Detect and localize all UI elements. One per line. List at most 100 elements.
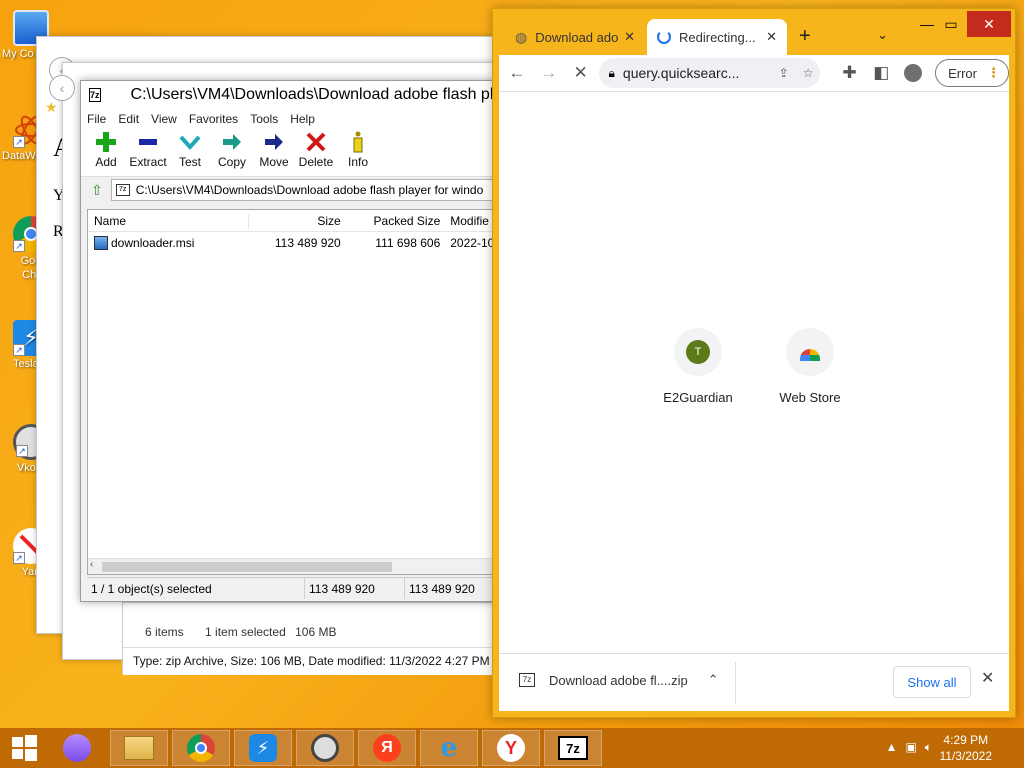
list-header: Name Size Packed Size Modifie bbox=[88, 210, 495, 232]
status-packed: 113 489 920 bbox=[409, 581, 475, 596]
address-path: C:\Users\VM4\Downloads\Download adobe fl… bbox=[135, 183, 484, 197]
sevenzip-file-list[interactable]: Name Size Packed Size Modifie downloader… bbox=[87, 209, 495, 575]
taskbar-vkont[interactable] bbox=[296, 730, 354, 766]
network-icon[interactable]: ▣ bbox=[905, 740, 916, 755]
share-icon[interactable]: ⇪ bbox=[779, 66, 789, 80]
close-tab-icon[interactable]: ✕ bbox=[624, 29, 635, 45]
tab-redirecting[interactable]: Redirecting... ✕ bbox=[647, 19, 787, 55]
taskbar-internet-explorer[interactable]: e bbox=[420, 730, 478, 766]
menu-view[interactable]: View bbox=[151, 112, 177, 126]
url-text: query.quicksearc... bbox=[622, 65, 740, 81]
sevenzip-address-field[interactable]: 7z C:\Users\VM4\Downloads\Download adobe… bbox=[110, 179, 495, 201]
tab-title: Redirecting... bbox=[679, 29, 756, 45]
plus-icon bbox=[93, 129, 119, 155]
show-all-button[interactable]: Show all bbox=[893, 666, 971, 698]
x-icon bbox=[303, 129, 329, 155]
menu-file[interactable]: File bbox=[87, 112, 106, 126]
chrome-window[interactable]: ◍ Download ado ✕ Redirecting... ✕ + ⌄ — … bbox=[492, 8, 1016, 718]
taskbar-file-explorer[interactable] bbox=[110, 730, 168, 766]
start-button[interactable] bbox=[0, 730, 48, 766]
taskbar-7zip[interactable]: 7z bbox=[544, 730, 602, 766]
headset-icon bbox=[311, 734, 339, 762]
tab-strip: ◍ Download ado ✕ Redirecting... ✕ + ⌄ — … bbox=[493, 9, 1015, 55]
zip-file-icon: 7z bbox=[519, 673, 535, 687]
file-details: Type: zip Archive, Size: 106 MB, Date mo… bbox=[123, 647, 501, 675]
clock-time: 4:29 PM bbox=[943, 733, 989, 747]
system-tray: ▲ ▣ 🔈︎ bbox=[886, 740, 932, 755]
alice-assistant-button[interactable] bbox=[48, 730, 106, 766]
shortcut-e2guardian[interactable]: T E2Guardian bbox=[643, 328, 753, 405]
column-modified[interactable]: Modifie bbox=[446, 214, 495, 228]
selection-count: 1 item selected bbox=[205, 625, 286, 639]
taskbar-chrome[interactable] bbox=[172, 730, 230, 766]
back-button[interactable]: ← bbox=[501, 57, 533, 89]
chevron-up-icon[interactable]: ⌃ bbox=[708, 672, 719, 688]
sevenzip-icon: 7z bbox=[558, 736, 588, 760]
column-size[interactable]: Size bbox=[249, 214, 347, 228]
tab-download-adobe[interactable]: ◍ Download ado ✕ bbox=[505, 19, 645, 55]
folder-up-icon[interactable]: ⇧ bbox=[91, 182, 103, 199]
scroll-left-icon[interactable]: ‹ bbox=[90, 559, 93, 570]
column-name[interactable]: Name bbox=[88, 213, 250, 228]
menu-help[interactable]: Help bbox=[290, 112, 315, 126]
menu-edit[interactable]: Edit bbox=[118, 112, 139, 126]
extensions-icon[interactable]: ✚ bbox=[834, 57, 866, 89]
side-panel-icon[interactable]: ◧ bbox=[865, 57, 897, 89]
table-row[interactable]: downloader.msi 113 489 920 111 698 606 2… bbox=[88, 232, 495, 254]
taskbar-yandex-browser[interactable]: Я bbox=[358, 730, 416, 766]
address-bar[interactable]: 🔒︎ query.quicksearc... ⇪ ☆ bbox=[598, 58, 820, 88]
check-icon bbox=[177, 129, 203, 155]
test-button[interactable]: Test bbox=[173, 129, 207, 176]
menu-tools[interactable]: Tools bbox=[250, 112, 278, 126]
yandex-y-icon: Я bbox=[373, 734, 401, 762]
web-store-icon bbox=[786, 328, 834, 376]
lock-icon: 🔒︎ bbox=[608, 65, 615, 80]
move-label: Move bbox=[259, 155, 289, 169]
close-download-bar-icon[interactable]: ✕ bbox=[981, 668, 994, 688]
taskbar-tesla[interactable]: ⚡ bbox=[234, 730, 292, 766]
menu-dots-icon[interactable]: ⋮ bbox=[987, 65, 1000, 81]
sevenzip-titlebar[interactable]: 7z C:\Users\VM4\Downloads\Download adobe… bbox=[81, 81, 495, 109]
error-button[interactable]: Error ⋮ bbox=[935, 59, 1009, 87]
download-item[interactable]: 7z Download adobe fl....zip ⌃ bbox=[519, 672, 719, 688]
show-hidden-icons[interactable]: ▲ bbox=[886, 740, 898, 755]
sevenzip-window[interactable]: 7z C:\Users\VM4\Downloads\Download adobe… bbox=[80, 80, 496, 602]
error-label: Error bbox=[948, 65, 977, 81]
menu-favorites[interactable]: Favorites bbox=[189, 112, 238, 126]
shortcut-label: Web Store bbox=[779, 390, 841, 405]
chrome-icon bbox=[187, 734, 215, 762]
shortcut-icon: T bbox=[674, 328, 722, 376]
close-tab-icon[interactable]: ✕ bbox=[766, 29, 777, 45]
scroll-thumb[interactable] bbox=[102, 562, 392, 572]
horizontal-scrollbar[interactable]: ‹ bbox=[88, 558, 495, 574]
selection-size: 106 MB bbox=[295, 625, 337, 639]
close-window-button[interactable]: ✕ bbox=[967, 11, 1011, 37]
extract-button[interactable]: Extract bbox=[129, 129, 167, 176]
add-label: Add bbox=[95, 155, 117, 169]
taskbar-yandex[interactable]: Y bbox=[482, 730, 540, 766]
copy-button[interactable]: Copy bbox=[215, 129, 249, 176]
taskbar-clock[interactable]: 4:29 PM 11/3/2022 bbox=[940, 732, 993, 764]
new-tab-button[interactable]: + bbox=[799, 25, 811, 48]
add-button[interactable]: Add bbox=[89, 129, 123, 176]
file-size: 113 489 920 bbox=[274, 236, 341, 250]
move-arrow-icon bbox=[261, 129, 287, 155]
stop-loading-button[interactable]: ✕ bbox=[565, 57, 597, 89]
back-icon[interactable]: ‹ bbox=[49, 75, 75, 101]
minus-icon bbox=[135, 129, 161, 155]
info-button[interactable]: Info bbox=[341, 129, 375, 176]
test-label: Test bbox=[178, 155, 201, 169]
download-bar: 7z Download adobe fl....zip ⌃ Show all ✕ bbox=[499, 653, 1009, 711]
volume-icon[interactable]: 🔈︎ bbox=[925, 740, 932, 755]
shortcut-web-store[interactable]: Web Store bbox=[755, 328, 865, 405]
delete-button[interactable]: Delete bbox=[299, 129, 333, 176]
profile-avatar-icon[interactable] bbox=[897, 57, 929, 89]
bookmark-star-icon[interactable]: ☆ bbox=[803, 66, 814, 80]
move-button[interactable]: Move bbox=[257, 129, 291, 176]
alice-icon bbox=[63, 734, 91, 762]
download-divider bbox=[735, 662, 736, 704]
maximize-button[interactable]: ▭ bbox=[933, 11, 969, 37]
column-packed-size[interactable]: Packed Size bbox=[347, 214, 447, 228]
forward-button[interactable]: → bbox=[533, 57, 565, 89]
tab-search-icon[interactable]: ⌄ bbox=[877, 27, 888, 43]
